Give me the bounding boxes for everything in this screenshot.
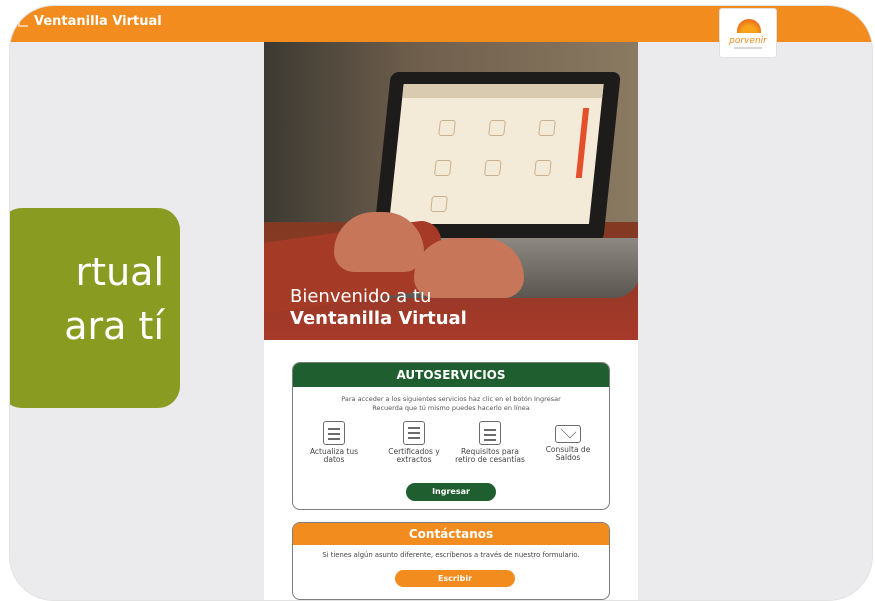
contact-text: Si tienes algún asunto diferente, escríb…	[322, 551, 580, 559]
sun-icon	[737, 19, 761, 33]
home-icon[interactable]	[18, 17, 28, 27]
service-actualiza-datos[interactable]: Actualiza tus datos	[299, 421, 369, 464]
welcome-line-2: Ventanilla Virtual	[290, 308, 467, 329]
promo-card: rtual ara tí	[10, 208, 180, 408]
document-icon	[479, 421, 501, 445]
service-requisitos-cesantias[interactable]: Requisitos para retiro de cesantías	[455, 421, 525, 464]
contact-title: Contáctanos	[293, 523, 609, 545]
promo-line-1: rtual	[75, 250, 164, 294]
app-title: Ventanilla Virtual	[34, 14, 162, 29]
escribir-button[interactable]: Escribir	[395, 570, 515, 587]
envelope-icon	[555, 425, 581, 443]
autoservicios-intro: Para acceder a los siguientes servicios …	[341, 395, 561, 412]
logo-text: porvenir	[729, 36, 767, 46]
porvenir-logo[interactable]: porvenir	[719, 8, 777, 58]
ingresar-button[interactable]: Ingresar	[406, 483, 496, 501]
update-data-icon	[323, 421, 345, 445]
autoservicios-title: AUTOSERVICIOS	[293, 363, 609, 387]
services-row: Actualiza tus datos Certificados y extra…	[293, 421, 609, 477]
service-certificados[interactable]: Certificados y extractos	[379, 421, 449, 464]
welcome-line-1: Bienvenido a tu	[290, 286, 432, 307]
promo-line-2: ara tí	[64, 304, 164, 348]
certificate-icon	[403, 421, 425, 445]
screen-frame: Ventanilla Virtual porvenir rtual ara tí	[10, 6, 872, 600]
main-content: Bienvenido a tu Ventanilla Virtual AUTOS…	[264, 42, 638, 600]
laptop-illustration	[373, 72, 621, 242]
hero-banner: Bienvenido a tu Ventanilla Virtual	[264, 42, 638, 340]
contact-panel: Contáctanos Si tienes algún asunto difer…	[292, 522, 610, 600]
autoservicios-panel: AUTOSERVICIOS Para acceder a los siguien…	[292, 362, 610, 510]
service-consulta-saldos[interactable]: Consulta de Saldos	[533, 421, 603, 462]
